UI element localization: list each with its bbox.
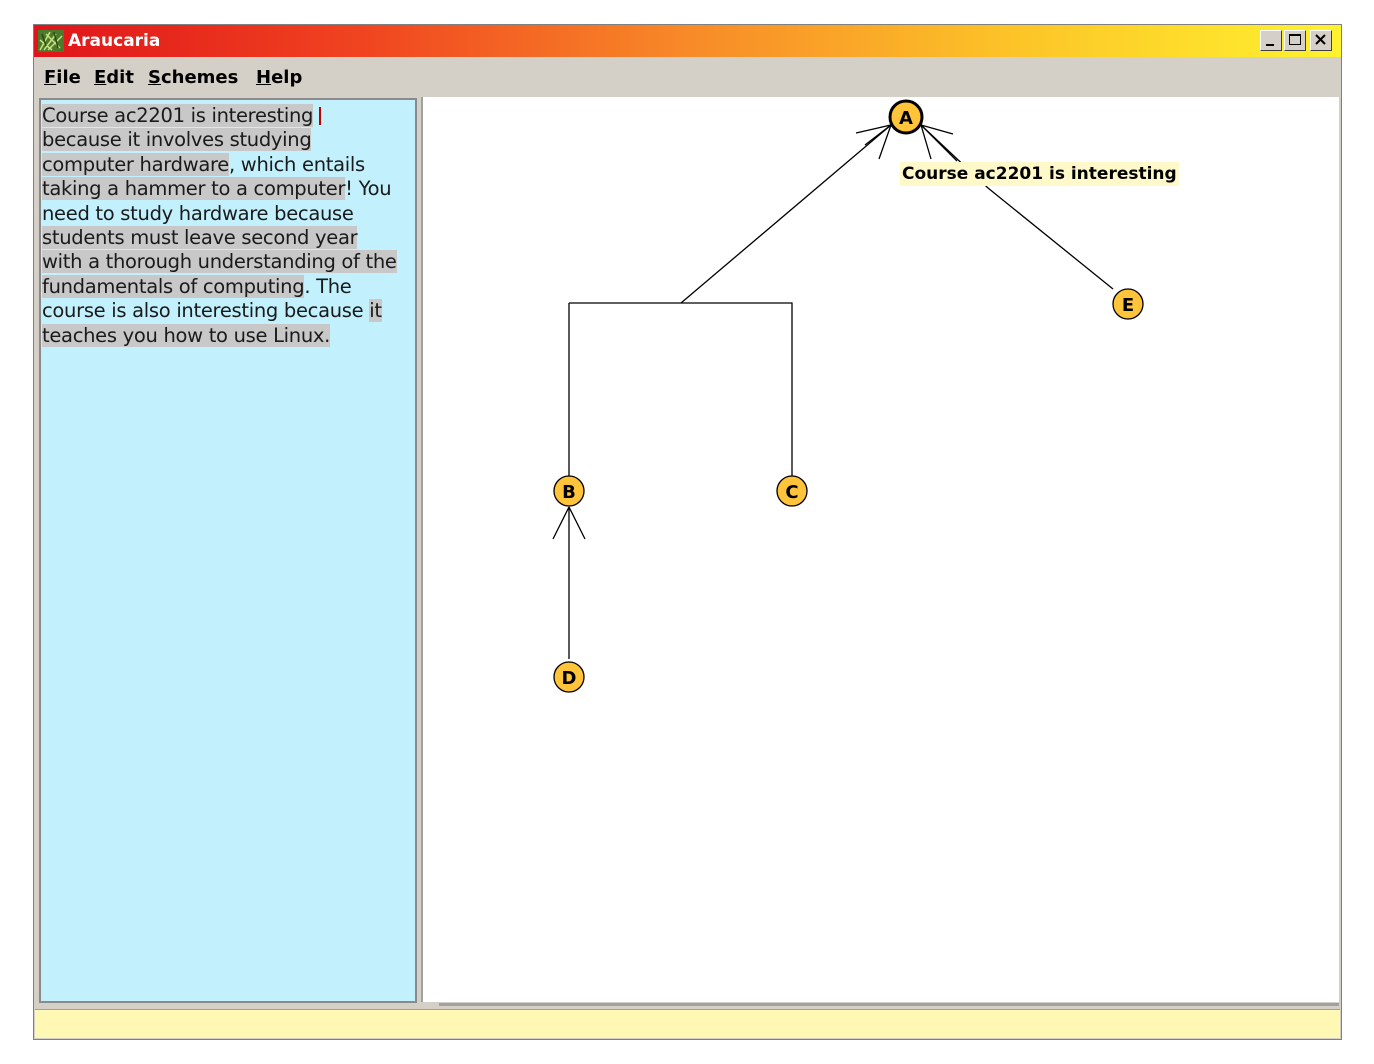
text-segment-c2[interactable]: fundamentals of computing bbox=[42, 274, 305, 298]
status-bar bbox=[35, 1009, 1340, 1038]
title-bar[interactable]: Araucaria bbox=[34, 25, 1341, 57]
close-button[interactable] bbox=[1310, 30, 1332, 51]
menu-file-mnemonic: F bbox=[44, 67, 57, 88]
arrowhead-a-right bbox=[920, 124, 958, 162]
diagram-canvas[interactable]: A B C D E Course ac2201 is interesting bbox=[421, 97, 1339, 1002]
menu-edit-mnemonic: E bbox=[94, 67, 107, 88]
node-c-label: C bbox=[785, 482, 798, 503]
argument-diagram: A B C D E bbox=[552, 99, 1144, 693]
menu-bar: File Edit Schemes Help bbox=[34, 57, 1341, 95]
araucaria-leaf-icon bbox=[38, 30, 64, 52]
node-a-label: A bbox=[899, 108, 913, 129]
close-icon bbox=[1315, 34, 1326, 45]
text-caret bbox=[319, 107, 322, 125]
window-title: Araucaria bbox=[68, 31, 161, 51]
node-e-label: E bbox=[1122, 295, 1134, 316]
menu-help-label: elp bbox=[271, 67, 303, 88]
menu-schemes-label: chemes bbox=[160, 67, 239, 88]
canvas-divider bbox=[439, 1003, 1339, 1006]
text-segment-d[interactable]: taking a hammer to a computer bbox=[42, 177, 345, 201]
menu-help[interactable]: Help bbox=[256, 67, 302, 88]
text-segment-c[interactable]: students must leave second year with a t… bbox=[42, 226, 397, 274]
araucaria-window: Araucaria File Edit Schemes Help Course … bbox=[33, 24, 1342, 1040]
node-b[interactable]: B bbox=[553, 475, 585, 507]
node-a[interactable]: A bbox=[888, 99, 924, 135]
maximize-icon bbox=[1289, 34, 1301, 45]
menu-help-mnemonic: H bbox=[256, 67, 272, 88]
node-c[interactable]: C bbox=[776, 475, 808, 507]
maximize-button[interactable] bbox=[1284, 30, 1306, 51]
text-segment-a[interactable]: Course ac2201 is interesting bbox=[42, 104, 313, 127]
node-b-label: B bbox=[562, 482, 576, 503]
minimize-icon bbox=[1266, 44, 1274, 46]
minimize-button[interactable] bbox=[1260, 30, 1282, 51]
edge-e-to-a[interactable] bbox=[920, 124, 1114, 290]
text-plain-1: , which entails bbox=[229, 152, 365, 176]
menu-file-label: ile bbox=[56, 67, 81, 88]
menu-file[interactable]: File bbox=[44, 67, 81, 88]
edge-bc-to-a[interactable] bbox=[568, 124, 892, 478]
menu-schemes-mnemonic: S bbox=[148, 67, 161, 88]
source-text-panel[interactable]: Course ac2201 is interesting because it … bbox=[39, 98, 417, 1003]
menu-schemes[interactable]: Schemes bbox=[148, 67, 238, 88]
node-e[interactable]: E bbox=[1112, 288, 1144, 320]
text-segment-indicator[interactable]: because bbox=[42, 128, 122, 152]
node-d[interactable]: D bbox=[553, 661, 585, 693]
menu-edit-label: dit bbox=[106, 67, 134, 88]
node-tooltip: Course ac2201 is interesting bbox=[900, 162, 1179, 186]
menu-edit[interactable]: Edit bbox=[94, 67, 134, 88]
source-text[interactable]: Course ac2201 is interesting because it … bbox=[42, 104, 398, 348]
node-d-label: D bbox=[562, 668, 577, 689]
